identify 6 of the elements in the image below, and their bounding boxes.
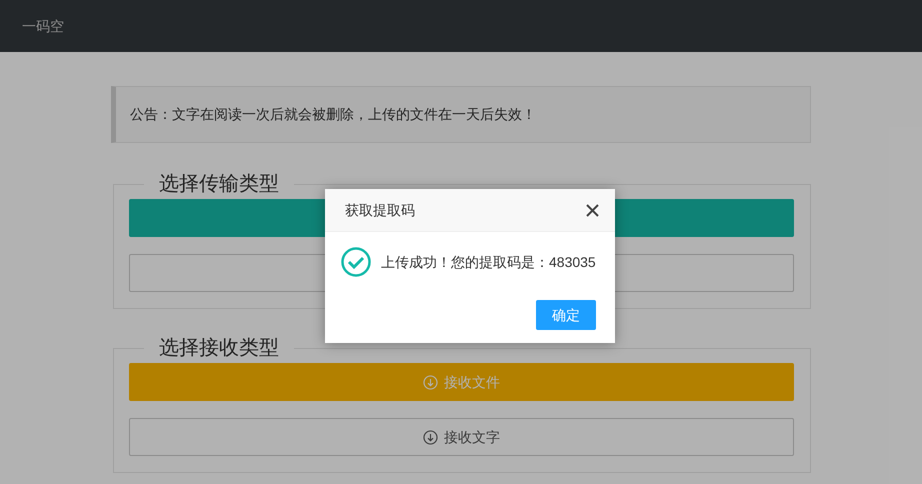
dialog-message: 上传成功！您的提取码是：483035 <box>381 252 596 272</box>
section-legend: 选择接收类型 <box>144 335 294 361</box>
notice-text: 公告：文字在阅读一次后就会被删除，上传的文件在一天后失效！ <box>130 105 536 124</box>
site-title: 一码空 <box>22 16 64 36</box>
dialog-title: 获取提取码 <box>345 200 415 220</box>
section-legend: 选择传输类型 <box>144 171 294 197</box>
